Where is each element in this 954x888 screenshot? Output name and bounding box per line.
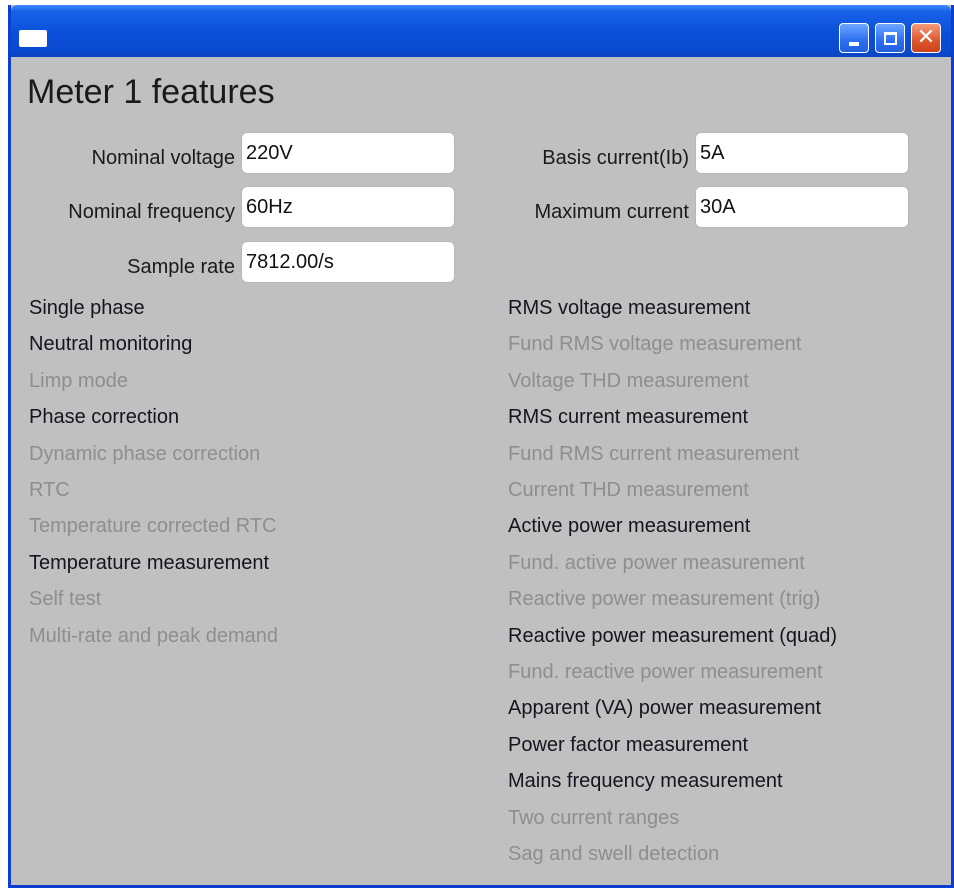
feature-item: Voltage THD measurement [508, 370, 749, 392]
window-icon [19, 30, 47, 47]
maximize-button[interactable] [875, 23, 905, 53]
feature-item: RMS current measurement [508, 406, 749, 428]
feature-item: Temperature measurement [29, 552, 270, 574]
feature-item: Fund. reactive power measurement [508, 661, 823, 683]
title-bar[interactable]: ✕ [11, 5, 951, 57]
feature-item: Temperature corrected RTC [29, 515, 277, 537]
feature-item: Fund RMS current measurement [508, 443, 800, 465]
feature-item: Fund RMS voltage measurement [508, 333, 802, 355]
nominal-voltage-field[interactable] [241, 132, 455, 174]
feature-item: Mains frequency measurement [508, 770, 783, 792]
feature-item: Reactive power measurement (trig) [508, 588, 821, 610]
maximum-current-label: Maximum current [534, 201, 689, 223]
feature-item: Self test [29, 588, 102, 610]
nominal-frequency-label: Nominal frequency [68, 201, 235, 223]
minimize-icon [849, 42, 859, 46]
sample-rate-label: Sample rate [127, 256, 235, 278]
feature-item: Phase correction [29, 406, 180, 428]
basis-current-field[interactable] [695, 132, 909, 174]
feature-item: Fund. active power measurement [508, 552, 805, 574]
meter-features-window: ✕ Meter 1 features Nominal voltage Nomin… [8, 5, 954, 888]
basis-current-label: Basis current(Ib) [542, 147, 689, 169]
feature-item: Dynamic phase correction [29, 443, 261, 465]
feature-item: Power factor measurement [508, 734, 749, 756]
page-title: Meter 1 features [27, 73, 275, 111]
sample-rate-field[interactable] [241, 241, 455, 283]
feature-item: Current THD measurement [508, 479, 749, 501]
maximize-icon [883, 31, 897, 45]
feature-item: RTC [29, 479, 70, 501]
nominal-frequency-field[interactable] [241, 186, 455, 228]
feature-item: Apparent (VA) power measurement [508, 697, 822, 719]
maximum-current-field[interactable] [695, 186, 909, 228]
feature-item: Two current ranges [508, 807, 680, 829]
feature-item: Reactive power measurement (quad) [508, 625, 838, 647]
feature-item: Single phase [29, 297, 145, 319]
close-button[interactable]: ✕ [911, 23, 941, 53]
nominal-voltage-label: Nominal voltage [91, 147, 235, 169]
feature-item: Multi-rate and peak demand [29, 625, 279, 647]
feature-item: Sag and swell detection [508, 843, 720, 865]
minimize-button[interactable] [839, 23, 869, 53]
close-icon: ✕ [916, 25, 936, 50]
feature-item: Neutral monitoring [29, 333, 193, 355]
feature-item: Active power measurement [508, 515, 751, 537]
feature-item: RMS voltage measurement [508, 297, 751, 319]
feature-item: Limp mode [29, 370, 128, 392]
